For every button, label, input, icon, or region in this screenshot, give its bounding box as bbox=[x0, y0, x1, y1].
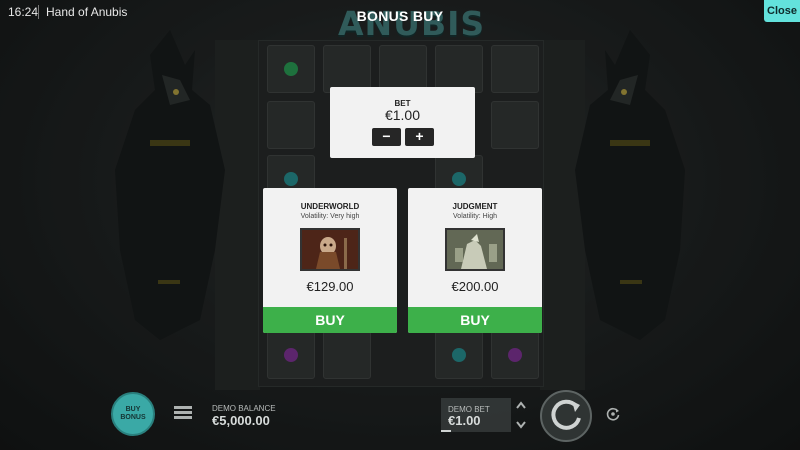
balance-label: DEMO BALANCE bbox=[212, 404, 276, 413]
offer-name: UNDERWORLD bbox=[300, 202, 360, 211]
decrease-bet-button[interactable]: − bbox=[372, 128, 401, 146]
offer-price: €129.00 bbox=[306, 279, 354, 294]
offer-card-judgment: JUDGMENT Volatility: High €200.00 BUY bbox=[408, 188, 542, 333]
offer-name: JUDGMENT bbox=[452, 202, 498, 211]
bet-panel: BET €1.00 − + bbox=[330, 87, 475, 158]
increase-bet-button[interactable]: + bbox=[405, 128, 434, 146]
judgment-feature-image bbox=[445, 228, 505, 271]
buy-underworld-button[interactable]: BUY bbox=[263, 307, 397, 333]
modal-backdrop bbox=[0, 0, 800, 450]
offer-volatility: Volatility: High bbox=[453, 213, 497, 220]
spin-button[interactable] bbox=[540, 390, 592, 442]
bet-underline bbox=[441, 430, 451, 432]
offer-card-underworld: UNDERWORLD Volatility: Very high €129.00… bbox=[263, 188, 397, 333]
autoplay-icon[interactable] bbox=[605, 406, 621, 422]
balance-value: €5,000.00 bbox=[212, 413, 270, 428]
spin-icon bbox=[551, 399, 581, 430]
buy-judgment-button[interactable]: BUY bbox=[408, 307, 542, 333]
bet-value: €1.00 bbox=[384, 107, 421, 123]
offer-volatility: Volatility: Very high bbox=[300, 213, 360, 220]
chevron-up-down-icon[interactable] bbox=[515, 400, 527, 430]
underworld-feature-image bbox=[300, 228, 360, 271]
demo-bet-value: €1.00 bbox=[448, 413, 481, 428]
bonus-buy-title: BONUS BUY bbox=[356, 8, 444, 24]
buy-bonus-button[interactable]: BUY BONUS bbox=[111, 392, 155, 436]
menu-icon[interactable] bbox=[174, 406, 192, 420]
offer-price: €200.00 bbox=[451, 279, 499, 294]
